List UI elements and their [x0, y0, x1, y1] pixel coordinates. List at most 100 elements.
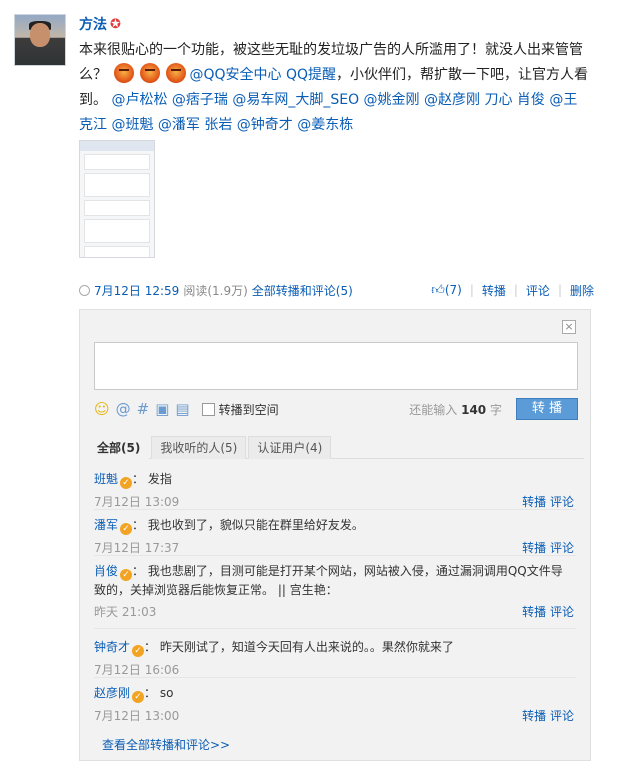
char-counter-suffix: 字: [489, 402, 502, 417]
comment-item: 钟奇才 ✓： 昨天刚试了，知道今天回有人出来说的。。果然你就来了 7月12日 16…: [94, 638, 574, 678]
comment-repost-button[interactable]: 转播: [522, 541, 546, 555]
comment-user[interactable]: 潘军: [94, 518, 118, 532]
read-count: 阅读(1.9万): [183, 283, 248, 298]
comment-user[interactable]: 肖俊: [94, 564, 118, 578]
comment-body: 班魁 ✓： 发指: [94, 472, 172, 489]
close-icon[interactable]: ×: [562, 320, 576, 334]
separator: |: [513, 283, 518, 297]
reply-textarea[interactable]: [94, 342, 578, 390]
comment-reply-button[interactable]: 评论: [550, 605, 574, 619]
comment-body: 肖俊 ✓： 我也悲剧了，目测可能是打开某个网站，网站被入侵，通过漏洞调用QQ文件导…: [94, 564, 563, 597]
like-count[interactable]: (7): [445, 283, 462, 297]
divider: [94, 555, 576, 556]
emoji-icon[interactable]: ☺: [94, 400, 110, 418]
author-name-label[interactable]: 方法: [79, 14, 107, 34]
comment-actions: 转播 评论: [522, 603, 574, 620]
comment-reply-button[interactable]: 评论: [550, 709, 574, 723]
thumb-block: [84, 246, 150, 257]
divider: [94, 628, 576, 629]
comment-time: 7月12日 16:06: [94, 663, 180, 677]
verified-badge-icon: ✓: [132, 691, 145, 703]
comment-button[interactable]: 评论: [526, 282, 550, 299]
tab-following[interactable]: 我收听的人(5): [151, 436, 247, 459]
topic-icon[interactable]: #: [137, 400, 150, 418]
separator: |: [469, 283, 474, 297]
thumb-block: [84, 154, 150, 170]
comment-text: 发指: [147, 472, 172, 486]
comment-user[interactable]: 钟奇才: [94, 640, 130, 654]
comment-user[interactable]: 赵彦刚: [94, 686, 130, 700]
submit-repost-button[interactable]: 转 播: [516, 398, 578, 420]
verified-badge-icon: ✓: [120, 523, 133, 535]
tab-verified[interactable]: 认证用户(4): [248, 436, 332, 459]
author-avatar[interactable]: [14, 14, 66, 66]
comment-time: 7月12日 17:37: [94, 541, 180, 555]
comment-actions: 转播 评论: [522, 707, 574, 724]
thumb-block: [84, 173, 150, 197]
comment-text: 昨天刚试了，知道今天回有人出来说的。。果然你就来了: [159, 640, 454, 654]
comment-text: 我也收到了，貌似只能在群里给好友发。: [147, 518, 364, 532]
thumb-header: [80, 141, 154, 151]
thumb-block: [84, 219, 150, 243]
comment-time: 昨天 21:03: [94, 605, 157, 619]
post-image-thumbnail[interactable]: [79, 140, 155, 258]
tab-all[interactable]: 全部(5): [88, 436, 150, 459]
author-name[interactable]: 方法 ✪: [79, 14, 121, 34]
image-icon[interactable]: ▣: [155, 400, 169, 418]
composer-toolbar: ☺ @ # ▣ ▤ 转播到空间 还能输入 140 字 转 播: [94, 398, 578, 420]
separator: |: [557, 283, 562, 297]
comment-meta: 7月12日 13:09 转播 评论: [94, 493, 574, 510]
comment-repost-button[interactable]: 转播: [522, 709, 546, 723]
vip-star-icon: ✪: [110, 16, 121, 32]
comment-item: 肖俊 ✓： 我也悲剧了，目测可能是打开某个网站，网站被入侵，通过漏洞调用QQ文件导…: [94, 562, 574, 620]
comment-item: 潘军 ✓： 我也收到了，貌似只能在群里给好友发。 7月12日 17:37 转播 评…: [94, 516, 574, 556]
comment-meta: 7月12日 13:00 转播 评论: [94, 707, 574, 724]
comment-repost-button[interactable]: 转播: [522, 605, 546, 619]
post-text: 本来很贴心的一个功能，被这些无耻的发垃圾广告的人所滥用了！就没人出来管管么？ @…: [79, 38, 589, 138]
comment-user[interactable]: 班魁: [94, 472, 118, 486]
comment-body: 潘军 ✓： 我也收到了，貌似只能在群里给好友发。: [94, 518, 364, 535]
comment-meta: 7月12日 17:37 转播 评论: [94, 539, 574, 556]
all-reposts-link[interactable]: 全部转播和评论(5): [252, 282, 353, 299]
comment-item: 赵彦刚 ✓： so 7月12日 13:00 转播 评论: [94, 684, 574, 724]
comment-text: 我也悲剧了，目测可能是打开某个网站，网站被入侵，通过漏洞调用QQ文件导致的，关掉…: [94, 564, 563, 597]
mention-list[interactable]: @卢松松 @痞子瑞 @易车网_大脚_SEO @姚金刚 @赵彦刚 刀心 肖俊 @王…: [79, 92, 577, 133]
video-icon[interactable]: ▤: [175, 400, 189, 418]
meta-left: 7月12日 12:59 阅读(1.9万) 全部转播和评论(5): [79, 282, 353, 299]
thumbs-up-icon[interactable]: 👍︎: [431, 283, 445, 298]
mention-icon[interactable]: @: [116, 400, 131, 418]
repost-button[interactable]: 转播: [482, 282, 506, 299]
comment-actions: 转播 评论: [522, 539, 574, 556]
char-counter-prefix: 还能输入: [409, 402, 458, 417]
avatar-face: [30, 23, 50, 47]
share-to-space-checkbox[interactable]: [201, 402, 215, 416]
post-time-link[interactable]: 7月12日 12:59: [94, 282, 179, 299]
comment-actions: 转播 评论: [522, 493, 574, 510]
comment-time: 7月12日 13:00: [94, 709, 180, 723]
comment-meta: 7月12日 16:06: [94, 661, 574, 678]
comment-reply-button[interactable]: 评论: [550, 495, 574, 509]
mention-link-qq[interactable]: @QQ安全中心 QQ提醒: [189, 67, 336, 83]
share-to-space-label[interactable]: 转播到空间: [219, 401, 279, 418]
comment-text: so: [159, 686, 174, 700]
char-counter-value: 140: [461, 402, 487, 417]
comment-reply-button[interactable]: 评论: [550, 541, 574, 555]
thumb-block: [84, 200, 150, 216]
comment-item: 班魁 ✓： 发指 7月12日 13:09 转播 评论: [94, 470, 574, 510]
divider: [94, 509, 576, 510]
comment-meta: 昨天 21:03 转播 评论: [94, 603, 574, 620]
divider: [94, 677, 576, 678]
comment-body: 赵彦刚 ✓： so: [94, 686, 174, 703]
comment-repost-button[interactable]: 转播: [522, 495, 546, 509]
comment-panel: × ☺ @ # ▣ ▤ 转播到空间 还能输入 140 字 转 播 全部(5) 我…: [79, 309, 591, 761]
verified-badge-icon: ✓: [120, 477, 133, 489]
angry-face-icon: [166, 63, 187, 83]
view-all-comments-link[interactable]: 查看全部转播和评论>>: [102, 736, 230, 753]
comment-tabs: 全部(5) 我收听的人(5) 认证用户(4): [88, 436, 584, 459]
verified-badge-icon: ✓: [120, 569, 133, 581]
verified-badge-icon: ✓: [132, 645, 145, 657]
delete-button[interactable]: 删除: [570, 282, 594, 299]
comment-body: 钟奇才 ✓： 昨天刚试了，知道今天回有人出来说的。。果然你就来了: [94, 640, 454, 657]
post-meta-row: 7月12日 12:59 阅读(1.9万) 全部转播和评论(5) 👍︎ (7) |…: [79, 280, 594, 300]
char-counter: 还能输入 140 字: [409, 401, 502, 418]
